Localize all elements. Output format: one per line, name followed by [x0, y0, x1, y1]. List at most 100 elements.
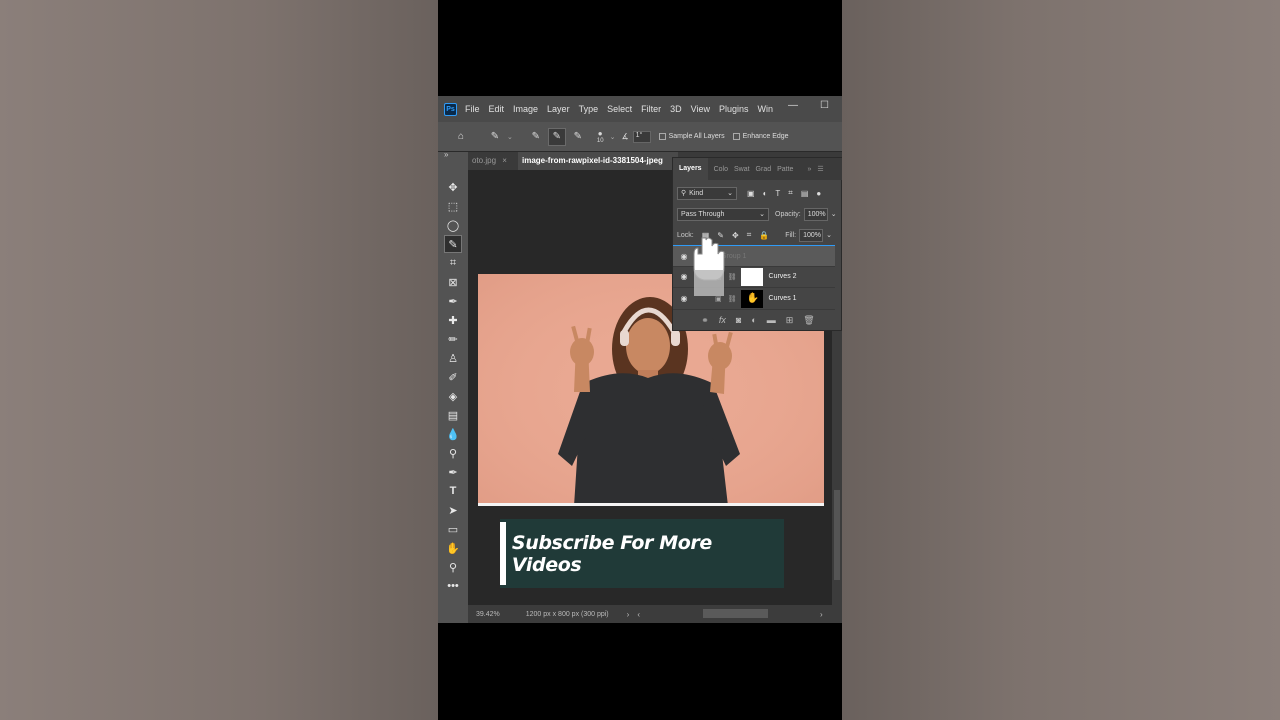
chevron-down-icon[interactable]: ⌄: [831, 210, 837, 218]
fill-field[interactable]: 100%: [799, 228, 824, 242]
more-tabs-icon[interactable]: »: [807, 166, 811, 173]
menu-layer[interactable]: Layer: [547, 104, 570, 114]
new-selection-icon[interactable]: ✎: [527, 128, 545, 146]
tab-patterns[interactable]: Patte: [777, 166, 793, 173]
angle-field[interactable]: 1°: [632, 130, 651, 143]
pen-tool-icon[interactable]: ✒: [444, 463, 462, 481]
menu-window[interactable]: Win: [758, 104, 774, 114]
maximize-icon[interactable]: ☐: [820, 100, 829, 111]
search-icon: ⚲: [681, 190, 687, 197]
zoom-level[interactable]: 39.42%: [476, 611, 500, 618]
fx-icon[interactable]: fx: [719, 315, 726, 325]
new-group-icon[interactable]: ▬: [767, 315, 776, 325]
blur-tool-icon[interactable]: 💧: [444, 425, 462, 443]
eye-icon[interactable]: ◉: [677, 252, 691, 261]
menu-file[interactable]: File: [465, 104, 480, 114]
menu-edit[interactable]: Edit: [489, 104, 505, 114]
eye-icon[interactable]: ◉: [677, 294, 691, 303]
home-icon[interactable]: ⌂: [452, 128, 470, 146]
brush-dot-icon: ●: [597, 129, 603, 138]
brush-tool-icon[interactable]: ✏: [444, 330, 462, 348]
menu-image[interactable]: Image: [513, 104, 538, 114]
add-mask-icon[interactable]: ◙: [736, 315, 741, 325]
eraser-tool-icon[interactable]: ◈: [444, 387, 462, 405]
type-filter-icon[interactable]: T: [775, 189, 780, 198]
chevron-down-icon[interactable]: ⌄: [507, 133, 513, 141]
hand-tool-icon[interactable]: ✋: [444, 539, 462, 557]
marquee-tool-icon[interactable]: ⬚: [444, 197, 462, 215]
menu-type[interactable]: Type: [579, 104, 599, 114]
zoom-tool-icon[interactable]: ⚲: [444, 558, 462, 576]
path-selection-tool-icon[interactable]: ➤: [444, 501, 462, 519]
subtract-from-selection-icon[interactable]: ✎: [569, 128, 587, 146]
type-tool-icon[interactable]: T: [444, 482, 462, 500]
blend-mode-select[interactable]: Pass Through ⌄: [677, 207, 769, 221]
move-tool-icon[interactable]: ✥: [444, 178, 462, 196]
chevron-down-icon[interactable]: ⌄: [826, 231, 832, 239]
subscribe-banner: Subscribe For More Videos: [500, 519, 784, 588]
more-tools-icon[interactable]: •••: [444, 577, 462, 595]
quick-selection-preset-icon[interactable]: ✎: [486, 128, 504, 146]
gradient-tool-icon[interactable]: ▤: [444, 406, 462, 424]
frame-tool-icon[interactable]: ⊠: [444, 273, 462, 291]
history-brush-tool-icon[interactable]: ✐: [444, 368, 462, 386]
tab-layers[interactable]: Layers: [673, 158, 708, 180]
eye-icon[interactable]: ◉: [677, 272, 691, 281]
trash-icon[interactable]: 🗑: [803, 315, 814, 326]
sample-all-layers-checkbox[interactable]: Sample All Layers: [658, 133, 725, 140]
close-icon[interactable]: ×: [502, 156, 507, 165]
layer-mask-thumbnail[interactable]: ✋: [740, 289, 763, 308]
chevron-right-icon[interactable]: ›: [627, 610, 630, 619]
tab-color[interactable]: Colo: [714, 166, 728, 173]
layer-name[interactable]: Curves 2: [769, 273, 797, 280]
tab-swatches[interactable]: Swat: [734, 166, 750, 173]
expand-panel-icon[interactable]: »: [444, 150, 448, 159]
brush-size-picker[interactable]: ● 10: [597, 129, 604, 144]
filter-toggle-icon[interactable]: ●: [816, 189, 821, 198]
eyedropper-tool-icon[interactable]: ✒: [444, 292, 462, 310]
sample-all-layers-label: Sample All Layers: [668, 133, 725, 140]
tab-label: oto.jpg: [472, 156, 497, 165]
add-to-selection-icon[interactable]: ✎: [547, 127, 566, 146]
new-layer-icon[interactable]: ⊞: [786, 315, 794, 326]
scroll-left-icon[interactable]: ‹: [637, 610, 640, 619]
shape-filter-icon[interactable]: ⌗: [788, 188, 793, 198]
crop-tool-icon[interactable]: ⌗: [444, 254, 462, 272]
horizontal-scrollbar-thumb[interactable]: [703, 609, 768, 618]
clone-stamp-tool-icon[interactable]: ♙: [444, 349, 462, 367]
layer-name[interactable]: Curves 1: [769, 295, 797, 302]
lock-artboard-icon[interactable]: ⌗: [747, 230, 752, 240]
quick-selection-tool-icon[interactable]: ✎: [444, 235, 462, 253]
tab-active-document[interactable]: image-from-rawpixel-id-3381504-jpeg: [518, 152, 678, 170]
minimize-icon[interactable]: —: [788, 100, 798, 111]
banner-text: Subscribe For More Videos: [511, 531, 712, 576]
chevron-down-icon[interactable]: ⌄: [610, 133, 616, 141]
link-layers-icon[interactable]: ⚭: [701, 315, 709, 326]
adjustment-filter-icon[interactable]: ◐: [763, 189, 768, 198]
menu-3d[interactable]: 3D: [670, 104, 682, 114]
menu-filter[interactable]: Filter: [641, 104, 661, 114]
opacity-field[interactable]: 100%: [803, 207, 828, 221]
dodge-tool-icon[interactable]: ⚲: [444, 444, 462, 462]
new-adjustment-icon[interactable]: ◐: [751, 315, 756, 325]
lasso-tool-icon[interactable]: ◯: [444, 216, 462, 234]
kind-filter-select[interactable]: ⚲ Kind ⌄: [677, 186, 737, 200]
layer-mask-thumbnail[interactable]: [740, 267, 763, 286]
smart-object-filter-icon[interactable]: ▤: [801, 189, 809, 198]
menu-select[interactable]: Select: [607, 104, 632, 114]
lock-all-icon[interactable]: 🔒: [759, 231, 769, 240]
document-info: 1200 px x 800 px (300 ppi): [525, 610, 609, 618]
menu-plugins[interactable]: Plugins: [719, 104, 749, 114]
rectangle-tool-icon[interactable]: ▭: [444, 520, 462, 538]
panel-menu-icon[interactable]: ☰: [817, 165, 823, 173]
angle-icon: ∡: [621, 132, 629, 141]
tab-gradients[interactable]: Grad: [756, 166, 772, 173]
menu-view[interactable]: View: [691, 104, 710, 114]
vertical-scrollbar-thumb[interactable]: [834, 490, 840, 580]
enhance-edge-checkbox[interactable]: Enhance Edge: [732, 133, 789, 140]
tab-oto-jpg[interactable]: oto.jpg ×: [468, 152, 511, 170]
pixel-filter-icon[interactable]: ▣: [747, 189, 755, 198]
scroll-right-icon[interactable]: ›: [820, 610, 823, 619]
lock-position-icon[interactable]: ✥: [732, 231, 739, 240]
healing-brush-tool-icon[interactable]: ✚: [444, 311, 462, 329]
